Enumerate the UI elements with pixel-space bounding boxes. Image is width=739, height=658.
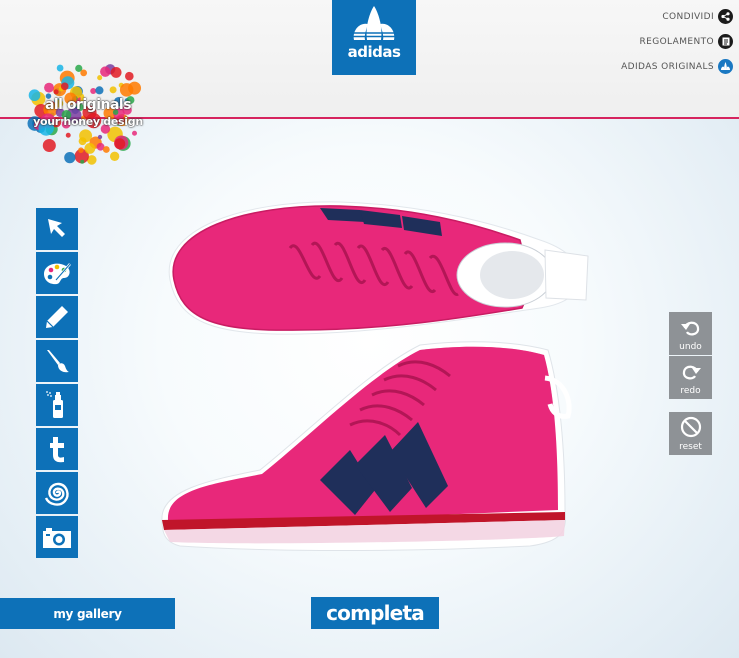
complete-button[interactable]: completa — [311, 597, 439, 629]
share-icon — [718, 9, 733, 24]
photo-tool[interactable] — [36, 516, 78, 558]
confetti-dot — [44, 82, 54, 93]
redo-button[interactable]: redo — [669, 356, 712, 399]
share-link[interactable]: CONDIVIDI — [621, 8, 733, 25]
reset-label: reset — [679, 442, 702, 452]
pencil-tool[interactable] — [36, 296, 78, 338]
spiral-icon — [44, 482, 69, 506]
badge-subtitle: your honey design — [33, 115, 143, 128]
spray-can-icon — [46, 391, 63, 418]
select-tool[interactable] — [36, 208, 78, 250]
confetti-dot — [114, 138, 126, 150]
confetti-dot — [110, 67, 122, 78]
confetti-dot — [60, 82, 69, 91]
document-icon — [718, 34, 733, 49]
trefoil-icon — [718, 59, 733, 74]
top-links: CONDIVIDI REGOLAMENTO ADIDAS ORIGINALS — [621, 8, 733, 83]
confetti-dot — [132, 130, 138, 136]
confetti-dot — [53, 89, 59, 95]
rules-link[interactable]: REGOLAMENTO — [621, 33, 733, 50]
confetti-dot — [119, 83, 134, 97]
confetti-dot — [102, 146, 110, 153]
reset-icon — [680, 416, 702, 438]
confetti-dot — [56, 64, 64, 72]
tool-palette — [36, 208, 78, 560]
redo-label: redo — [680, 386, 701, 396]
confetti-dot — [65, 132, 71, 138]
trefoil-logo-icon — [350, 6, 398, 40]
adidas-logo[interactable]: adidas — [332, 0, 416, 75]
undo-icon — [681, 321, 700, 336]
confetti-dot — [78, 147, 84, 153]
confetti-dot — [95, 86, 104, 95]
share-link-label: CONDIVIDI — [662, 11, 714, 22]
shoe-top-view[interactable] — [168, 201, 589, 335]
confetti-dot — [80, 159, 85, 164]
confetti-dot — [78, 137, 87, 146]
rules-link-label: REGOLAMENTO — [639, 36, 714, 47]
confetti-dot — [125, 71, 134, 81]
confetti-dot — [100, 66, 111, 77]
my-gallery-button[interactable]: my gallery — [0, 598, 175, 629]
brush-tool[interactable] — [36, 340, 78, 382]
confetti-dot — [97, 75, 103, 81]
undo-label: undo — [679, 342, 702, 352]
badge-title: all originals — [44, 97, 132, 113]
shoe-preview — [161, 201, 589, 551]
confetti-dot — [109, 151, 120, 162]
pencil-icon — [46, 306, 68, 328]
palette-icon — [44, 263, 71, 285]
brand-wordmark: adidas — [347, 43, 401, 61]
confetti-dot — [42, 138, 56, 153]
undo-button[interactable]: undo — [669, 312, 712, 355]
text-t-icon — [50, 437, 64, 463]
brush-icon — [47, 350, 69, 373]
cursor-arrow-icon — [48, 219, 65, 237]
pattern-tool[interactable] — [36, 472, 78, 514]
confetti-dot — [109, 86, 117, 94]
reset-button[interactable]: reset — [669, 412, 712, 455]
adidas-originals-link[interactable]: ADIDAS ORIGINALS — [621, 58, 733, 75]
palette-tool[interactable] — [36, 252, 78, 294]
redo-icon — [682, 365, 701, 380]
spray-tool[interactable] — [36, 384, 78, 426]
confetti-dot — [84, 142, 96, 154]
confetti-dot — [64, 152, 76, 164]
confetti-dot — [80, 69, 88, 77]
shoe-side-view[interactable] — [161, 341, 572, 551]
camera-icon — [43, 528, 71, 548]
adidas-originals-link-label: ADIDAS ORIGINALS — [621, 61, 714, 72]
all-originals-badge: all originals your honey design — [20, 50, 156, 170]
confetti-dot — [97, 134, 103, 140]
text-tool[interactable] — [36, 428, 78, 470]
confetti-dot — [90, 87, 97, 94]
